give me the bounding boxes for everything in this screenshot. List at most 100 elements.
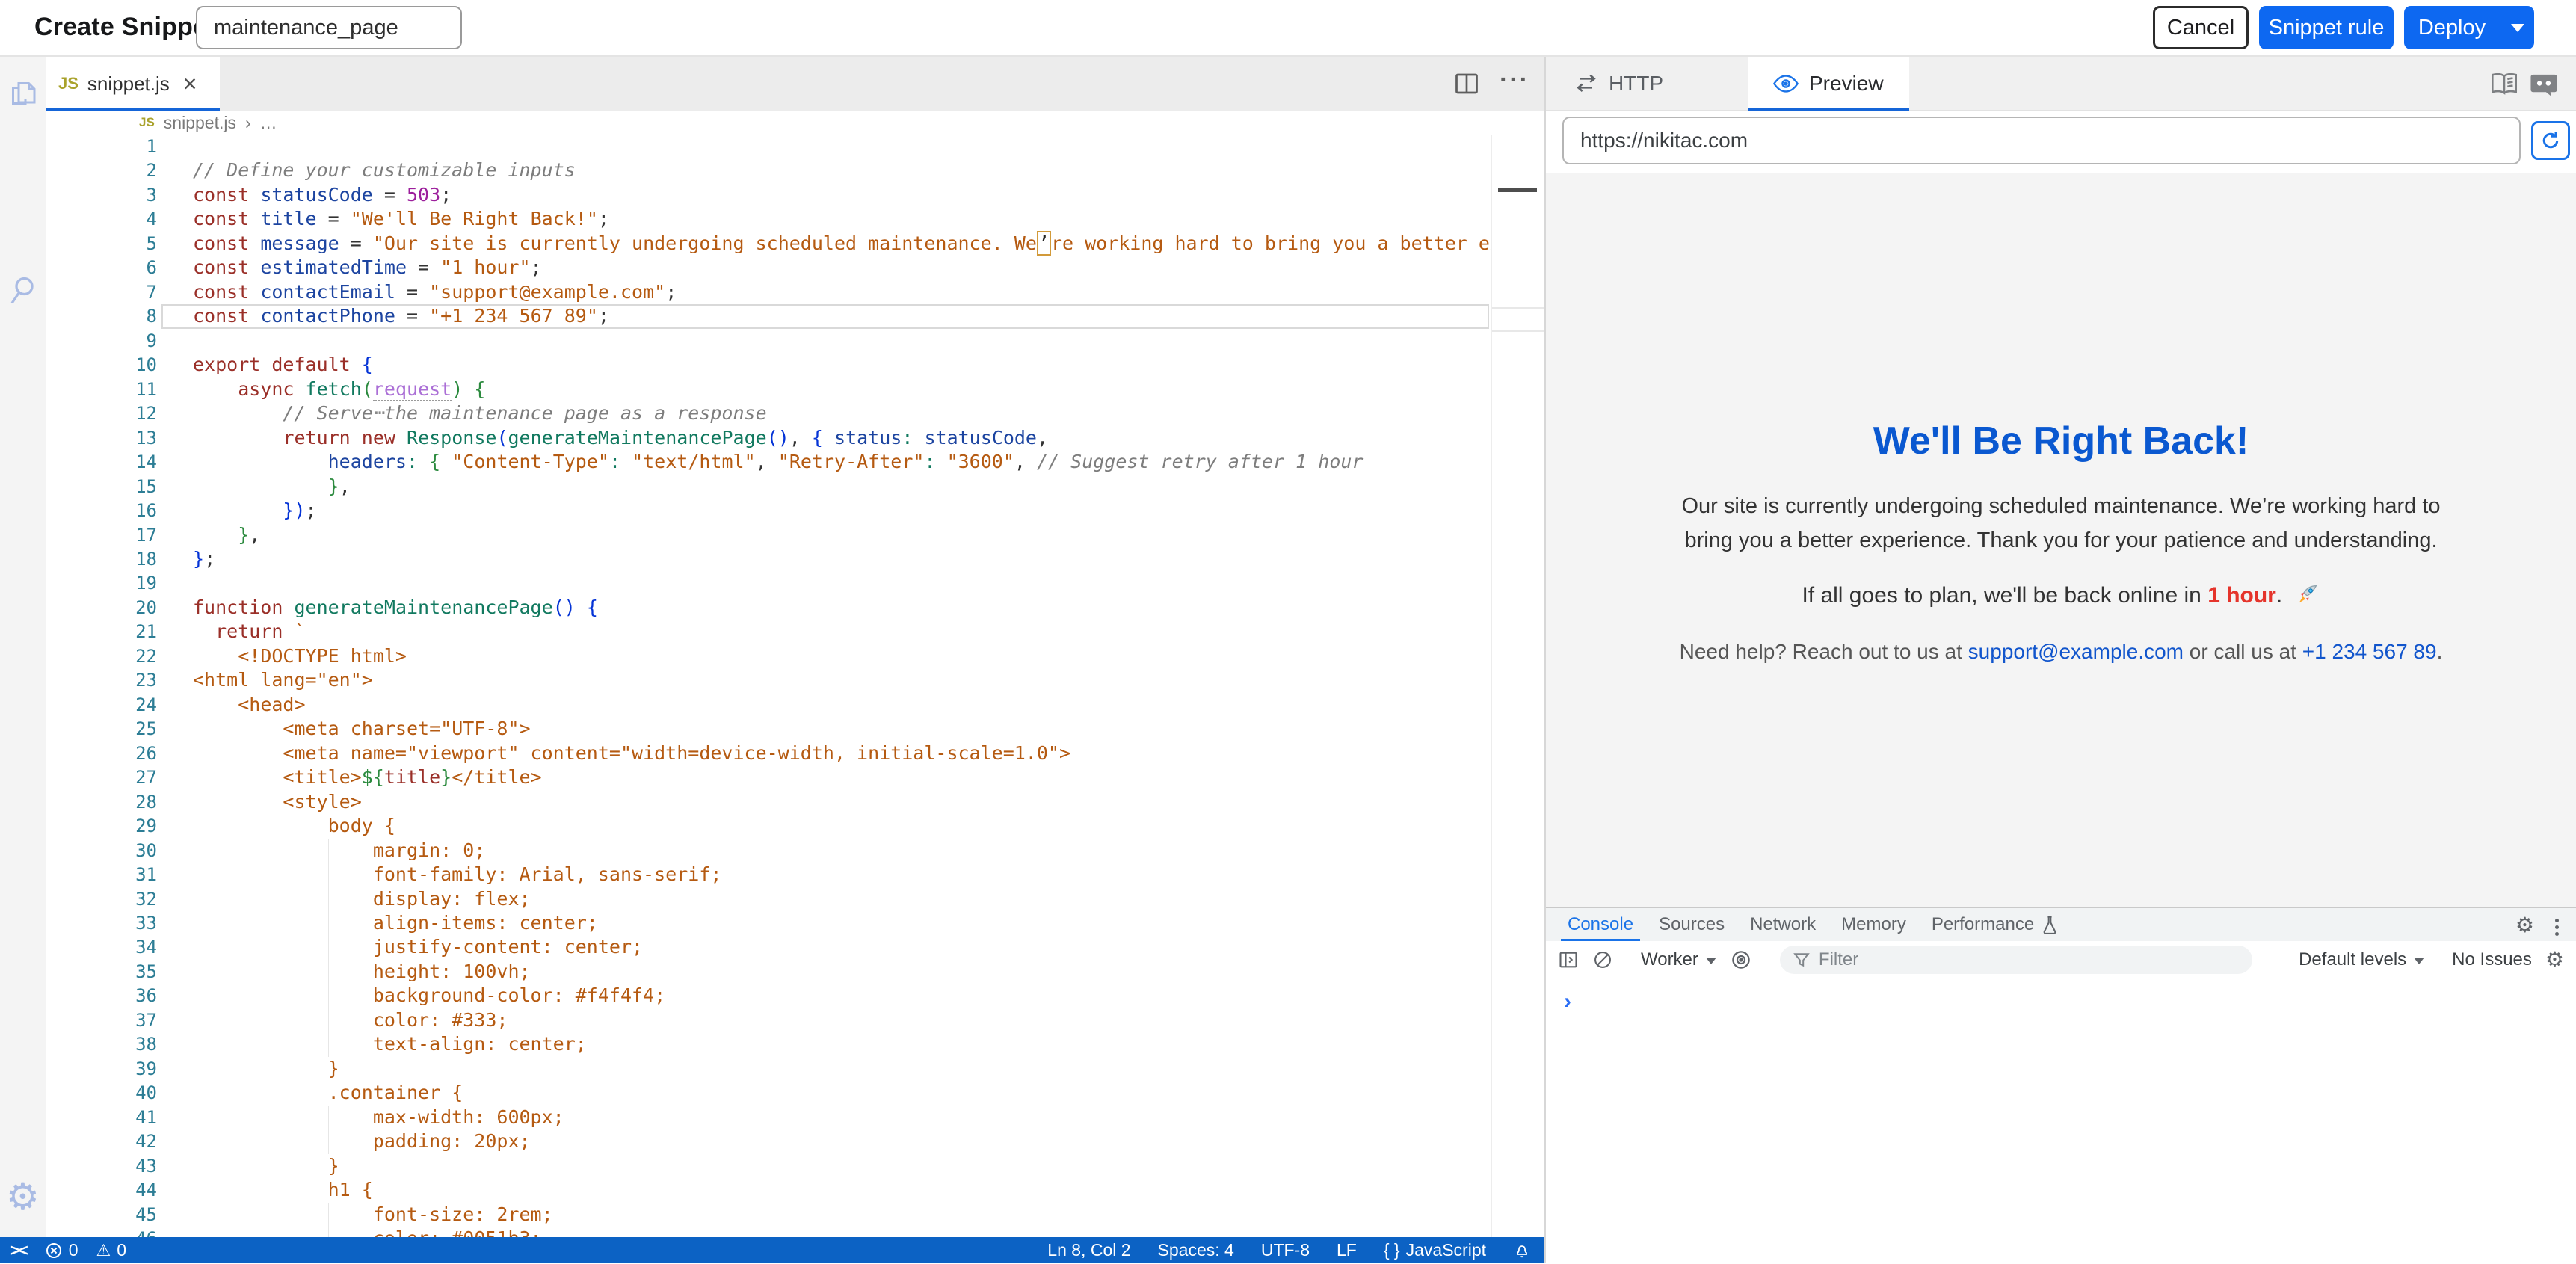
- code-line[interactable]: 28 <style>: [46, 790, 1544, 814]
- close-tab-icon[interactable]: ×: [183, 72, 197, 96]
- code-line[interactable]: 18};: [46, 547, 1544, 571]
- code-line[interactable]: 3const statusCode = 503;: [46, 183, 1544, 207]
- code-line[interactable]: 12 // Serve the maintenance page as a re…: [46, 401, 1544, 425]
- log-levels-selector[interactable]: Default levels: [2299, 949, 2424, 970]
- console-sidebar-toggle-icon[interactable]: [1558, 949, 1579, 970]
- devtools-tab-performance[interactable]: Performance: [1919, 908, 2071, 941]
- code-line[interactable]: 16 });: [46, 499, 1544, 522]
- live-expression-eye-icon[interactable]: [1730, 949, 1752, 971]
- remote-indicator-icon[interactable]: ><: [10, 1241, 27, 1260]
- notifications-bell-icon[interactable]: [1513, 1242, 1531, 1260]
- code-line[interactable]: 43 }: [46, 1154, 1544, 1178]
- code-line[interactable]: 30 margin: 0;: [46, 839, 1544, 863]
- deploy-button[interactable]: Deploy: [2404, 6, 2534, 49]
- code-editor[interactable]: 12// Define your customizable inputs3con…: [46, 135, 1544, 1237]
- code-line[interactable]: 1: [46, 135, 1544, 158]
- docs-book-icon[interactable]: [2489, 72, 2519, 97]
- editor-overview-ruler[interactable]: [1491, 135, 1544, 1237]
- code-line[interactable]: 27 <title>${title}</title>: [46, 765, 1544, 789]
- code-line[interactable]: 36 background-color: #f4f4f4;: [46, 984, 1544, 1008]
- code-line[interactable]: 42 padding: 20px;: [46, 1129, 1544, 1153]
- devtools-tab-network[interactable]: Network: [1737, 908, 1828, 941]
- files-icon[interactable]: [7, 76, 39, 115]
- tab-http[interactable]: HTTP: [1549, 57, 1689, 111]
- code-line[interactable]: 6const estimatedTime = "1 hour";: [46, 256, 1544, 280]
- breadcrumb[interactable]: JS snippet.js › …: [46, 111, 1544, 135]
- search-icon[interactable]: [7, 274, 39, 308]
- cursor-position[interactable]: Ln 8, Col 2: [1047, 1240, 1130, 1260]
- errors-indicator[interactable]: 0: [45, 1240, 78, 1260]
- code-line[interactable]: 37 color: #333;: [46, 1008, 1544, 1032]
- code-line[interactable]: 15 },: [46, 475, 1544, 499]
- cancel-button[interactable]: Cancel: [2153, 6, 2249, 49]
- pane-divider[interactable]: [1544, 57, 1546, 1263]
- devtools-tab-console[interactable]: Console: [1555, 908, 1646, 941]
- code-line[interactable]: 46 color: #0051b3;: [46, 1227, 1544, 1237]
- rocket-emoji: [2295, 582, 2320, 607]
- split-editor-icon[interactable]: [1453, 70, 1480, 97]
- code-line[interactable]: 41 max-width: 600px;: [46, 1106, 1544, 1129]
- code-line[interactable]: 21 return `: [46, 620, 1544, 644]
- code-line[interactable]: 13 return new Response(generateMaintenan…: [46, 426, 1544, 450]
- code-line[interactable]: 4const title = "We'll Be Right Back!";: [46, 207, 1544, 231]
- code-line[interactable]: 20function generateMaintenancePage() {: [46, 596, 1544, 620]
- code-line[interactable]: 35 height: 100vh;: [46, 960, 1544, 984]
- code-line[interactable]: 9: [46, 329, 1544, 353]
- code-line[interactable]: 2// Define your customizable inputs: [46, 158, 1544, 182]
- code-line[interactable]: 22 <!DOCTYPE html>: [46, 644, 1544, 668]
- settings-gear-icon[interactable]: ⚙: [6, 1178, 40, 1215]
- code-line[interactable]: 26 <meta name="viewport" content="width=…: [46, 742, 1544, 765]
- breadcrumb-more[interactable]: …: [260, 113, 277, 133]
- devtools-tab-memory[interactable]: Memory: [1828, 908, 1919, 941]
- code-line[interactable]: 34 justify-content: center;: [46, 935, 1544, 959]
- code-line[interactable]: 25 <meta charset="UTF-8">: [46, 717, 1544, 741]
- phone-link[interactable]: +1 234 567 89: [2302, 640, 2437, 663]
- deploy-dropdown-button[interactable]: [2500, 6, 2534, 49]
- eol-setting[interactable]: LF: [1337, 1240, 1357, 1260]
- snippet-rule-button[interactable]: Snippet rule: [2259, 6, 2394, 49]
- preview-url-input[interactable]: [1562, 117, 2521, 164]
- code-line[interactable]: 29 body {: [46, 814, 1544, 838]
- code-line[interactable]: 19: [46, 571, 1544, 595]
- activity-bar: ⚙: [0, 57, 46, 1237]
- console-context-selector[interactable]: Worker: [1641, 949, 1716, 970]
- tab-preview[interactable]: Preview: [1748, 57, 1909, 111]
- line-number: 9: [46, 329, 157, 353]
- code-line[interactable]: 45 font-size: 2rem;: [46, 1203, 1544, 1227]
- code-line[interactable]: 40 .container {: [46, 1081, 1544, 1105]
- code-line[interactable]: 11 async fetch(request…) {: [46, 377, 1544, 401]
- code-line[interactable]: 10export default {: [46, 353, 1544, 377]
- code-line[interactable]: 23<html lang="en">: [46, 668, 1544, 692]
- clear-console-icon[interactable]: [1592, 949, 1613, 970]
- refresh-button[interactable]: [2531, 121, 2570, 160]
- console-output[interactable]: ›: [1546, 978, 2576, 1264]
- snippet-name-input[interactable]: [196, 6, 462, 49]
- code-line[interactable]: 39 }: [46, 1057, 1544, 1081]
- devtools-tab-sources[interactable]: Sources: [1646, 908, 1737, 941]
- code-line[interactable]: 33 align-items: center;: [46, 911, 1544, 935]
- tab-snippet-js[interactable]: JS snippet.js ×: [46, 57, 220, 111]
- code-line[interactable]: 14 headers: { "Content-Type": "text/html…: [46, 450, 1544, 474]
- code-line[interactable]: 38 text-align: center;: [46, 1032, 1544, 1056]
- code-line[interactable]: 5const message = "Our site is currently …: [46, 232, 1544, 256]
- language-mode[interactable]: { } JavaScript: [1384, 1240, 1486, 1260]
- code-line[interactable]: 7const contactEmail = "support@example.c…: [46, 280, 1544, 304]
- warnings-indicator[interactable]: ⚠ 0: [96, 1240, 127, 1260]
- code-line[interactable]: 31 font-family: Arial, sans-serif;: [46, 863, 1544, 887]
- support-email-link[interactable]: support@example.com: [1968, 640, 2184, 663]
- console-filter-input[interactable]: Filter: [1780, 946, 2252, 974]
- code-line[interactable]: 17 },: [46, 523, 1544, 547]
- code-line[interactable]: 24 <head>: [46, 693, 1544, 717]
- indentation-setting[interactable]: Spaces: 4: [1158, 1240, 1234, 1260]
- discord-icon[interactable]: [2530, 72, 2558, 97]
- breadcrumb-file[interactable]: snippet.js: [164, 113, 236, 133]
- code-line[interactable]: 32 display: flex;: [46, 887, 1544, 911]
- devtools-menu-icon[interactable]: [2555, 916, 2560, 939]
- issues-counter[interactable]: No Issues: [2452, 949, 2532, 970]
- console-settings-icon[interactable]: ⚙: [2545, 947, 2564, 972]
- code-line[interactable]: 8const contactPhone = "+1 234 567 89";: [46, 304, 1544, 328]
- encoding-setting[interactable]: UTF-8: [1261, 1240, 1310, 1260]
- devtools-settings-icon[interactable]: ⚙: [2515, 908, 2534, 941]
- more-actions-icon[interactable]: ···: [1500, 66, 1529, 95]
- code-line[interactable]: 44 h1 {: [46, 1178, 1544, 1202]
